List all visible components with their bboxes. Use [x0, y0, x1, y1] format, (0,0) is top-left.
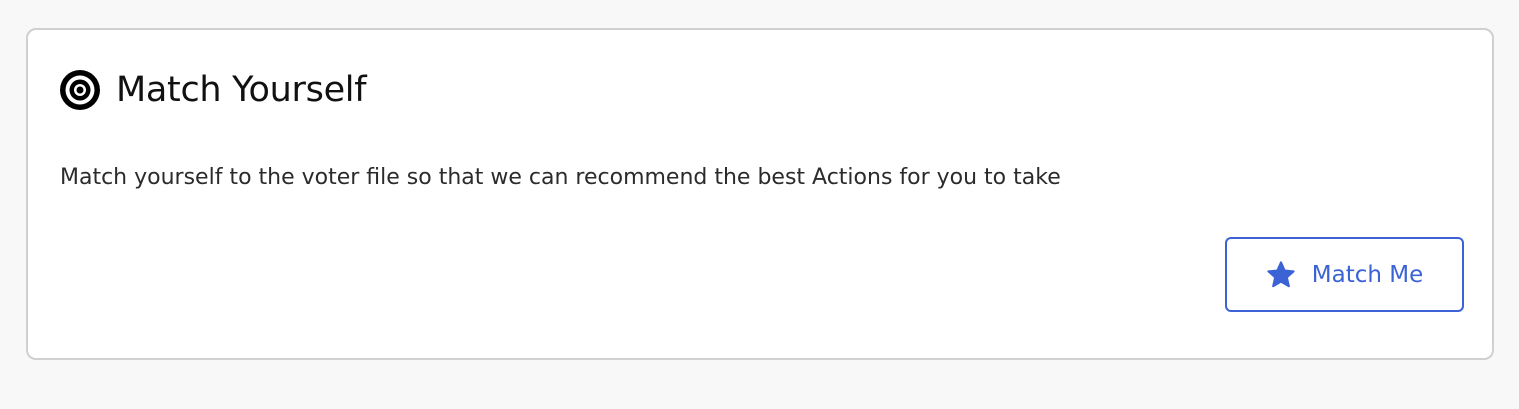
card-header: Match Yourself [60, 70, 367, 110]
star-icon [1266, 260, 1296, 290]
card-description: Match yourself to the voter file so that… [60, 165, 1061, 190]
target-icon [60, 70, 100, 110]
match-me-button[interactable]: Match Me [1225, 237, 1464, 312]
match-me-label: Match Me [1311, 261, 1424, 288]
match-yourself-card: Match Yourself Match yourself to the vot… [26, 28, 1494, 360]
card-title: Match Yourself [116, 70, 367, 110]
